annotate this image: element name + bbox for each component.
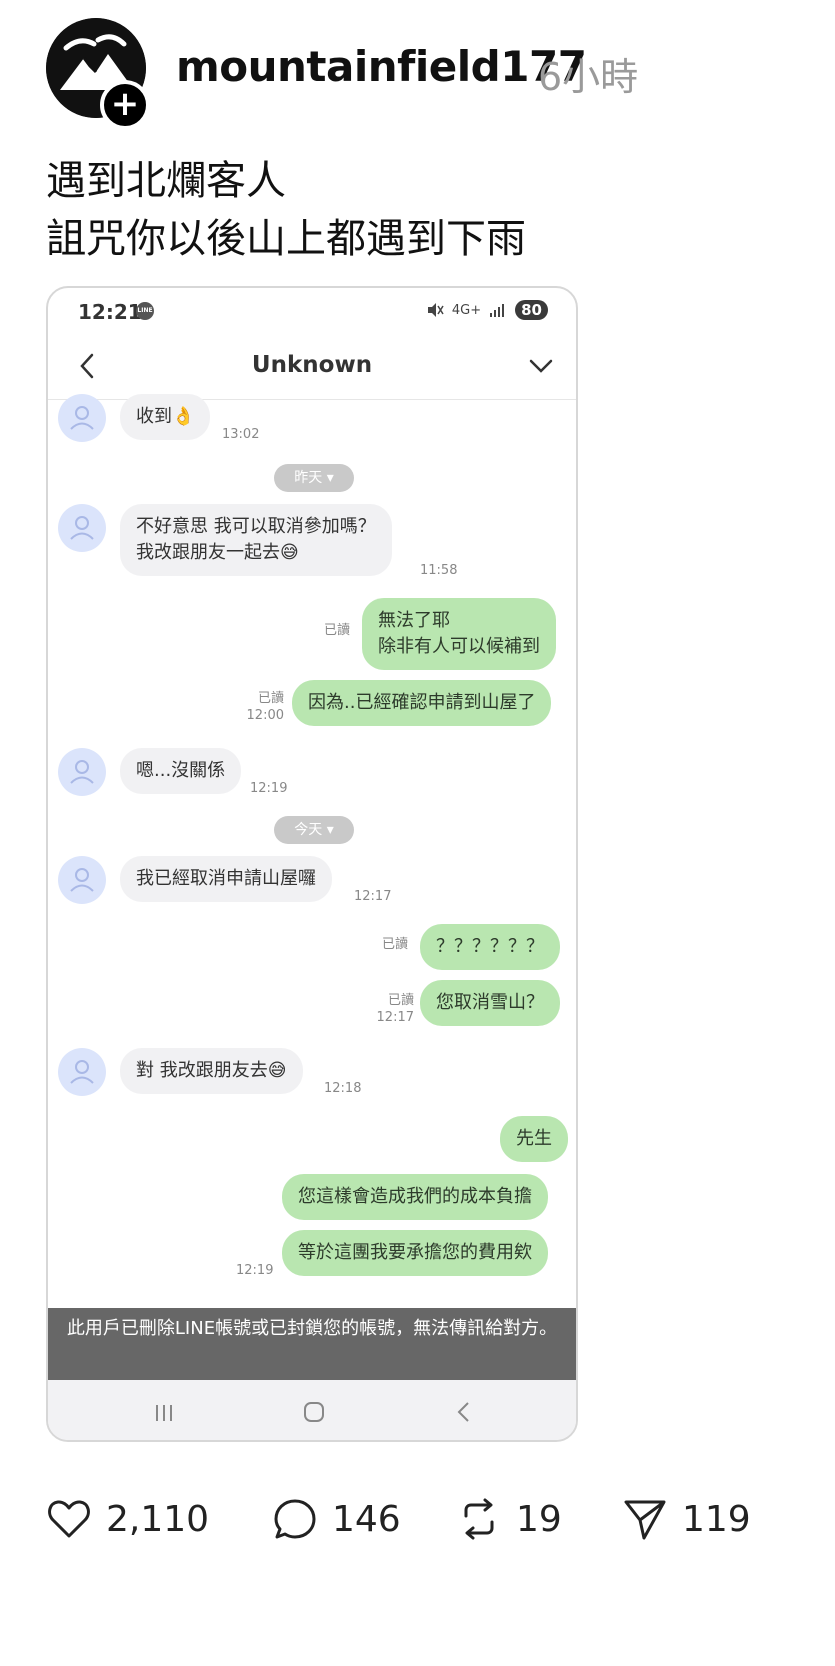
- incoming-message[interactable]: 對 我改跟朋友去😅: [120, 1048, 303, 1094]
- back-nav-icon[interactable]: [454, 1400, 474, 1424]
- outgoing-message[interactable]: 無法了耶 除非有人可以候補到: [362, 598, 556, 670]
- contact-avatar[interactable]: [58, 504, 106, 552]
- username[interactable]: mountainfield177: [176, 42, 587, 91]
- attached-screenshot[interactable]: 12:21 LINE 4G+ 80 Unknown 收到👌 13:02 昨天 ▾…: [46, 286, 578, 1442]
- message-time: 13:02: [222, 427, 260, 442]
- outgoing-message[interactable]: 先生: [500, 1116, 568, 1162]
- signal-icon: [490, 304, 505, 317]
- phone-status-bar: 12:21 LINE 4G+ 80: [48, 288, 576, 334]
- send-icon: [624, 1500, 666, 1540]
- repost-count: 19: [516, 1498, 562, 1540]
- comment-count: 146: [332, 1498, 401, 1540]
- share-button[interactable]: 119: [622, 1496, 751, 1542]
- like-button[interactable]: 2,110: [46, 1496, 209, 1542]
- chat-messages[interactable]: 收到👌 13:02 昨天 ▾ 不好意思 我可以取消參加嗎？ 我改跟朋友一起去😅 …: [48, 394, 576, 1310]
- chevron-down-icon[interactable]: [528, 356, 554, 376]
- incoming-message[interactable]: 不好意思 我可以取消參加嗎？ 我改跟朋友一起去😅: [120, 504, 392, 576]
- line-notification-icon: LINE: [136, 302, 154, 320]
- outgoing-message[interactable]: 您這樣會造成我們的成本負擔: [282, 1174, 548, 1220]
- message-time: 11:58: [420, 563, 458, 578]
- read-receipt: 已讀: [382, 937, 409, 952]
- incoming-message[interactable]: 收到👌: [120, 394, 211, 440]
- follow-plus-icon[interactable]: +: [100, 80, 150, 130]
- date-separator-today[interactable]: 今天 ▾: [274, 816, 354, 844]
- status-icons: 4G+ 80: [426, 300, 548, 320]
- user-placeholder-icon: [70, 760, 94, 784]
- message-time: 12:19: [250, 781, 288, 796]
- contact-avatar[interactable]: [58, 856, 106, 904]
- outgoing-message[interactable]: 您取消雪山？: [420, 980, 560, 1026]
- caption-line-1: 遇到北爛客人: [46, 158, 286, 204]
- post-timestamp: 6小時: [538, 55, 639, 99]
- read-receipt-time: 已讀 12:17: [376, 993, 414, 1025]
- user-placeholder-icon: [70, 1060, 94, 1084]
- contact-avatar[interactable]: [58, 748, 106, 796]
- share-count: 119: [682, 1498, 751, 1540]
- network-label: 4G+: [451, 302, 482, 318]
- user-placeholder-icon: [70, 516, 94, 540]
- chat-header: Unknown: [48, 334, 576, 400]
- read-receipt: 已讀: [324, 623, 351, 638]
- user-placeholder-icon: [70, 868, 94, 892]
- message-time: 12:18: [324, 1081, 362, 1096]
- post-actions: 2,110 146 19 119: [46, 1496, 806, 1546]
- battery-indicator: 80: [515, 300, 548, 320]
- comment-button[interactable]: 146: [272, 1496, 401, 1542]
- repost-button[interactable]: 19: [456, 1496, 562, 1542]
- chat-title: Unknown: [251, 352, 373, 378]
- outgoing-message[interactable]: ？？？？？？: [420, 924, 560, 970]
- outgoing-message[interactable]: 因為..已經確認申請到山屋了: [292, 680, 552, 726]
- post-caption: 遇到北爛客人 詛咒你以後山上都遇到下雨: [46, 152, 526, 268]
- home-icon[interactable]: [302, 1400, 326, 1424]
- incoming-message[interactable]: 嗯...沒關係: [120, 748, 242, 794]
- mute-icon: [427, 303, 444, 317]
- repost-icon: [464, 1498, 494, 1540]
- caption-line-2: 詛咒你以後山上都遇到下雨: [46, 216, 526, 262]
- message-time: 12:19: [236, 1263, 274, 1278]
- read-receipt-time: 已讀 12:00: [246, 691, 284, 723]
- user-placeholder-icon: [70, 406, 94, 430]
- outgoing-message[interactable]: 等於這團我要承擔您的費用欸: [282, 1230, 548, 1276]
- date-separator-yesterday[interactable]: 昨天 ▾: [274, 464, 354, 492]
- recent-apps-icon[interactable]: [152, 1402, 176, 1424]
- incoming-message[interactable]: 我已經取消申請山屋囉: [120, 856, 332, 902]
- post-header: + mountainfield177 6小時: [46, 18, 806, 130]
- heart-icon: [48, 1500, 90, 1538]
- android-nav-bar: [48, 1380, 576, 1440]
- comment-bubble-icon: [274, 1499, 316, 1539]
- contact-avatar[interactable]: [58, 394, 106, 442]
- contact-avatar[interactable]: [58, 1048, 106, 1096]
- message-time: 12:17: [354, 889, 392, 904]
- like-count: 2,110: [106, 1498, 210, 1540]
- status-time: 12:21: [78, 300, 142, 324]
- blocked-notice: 此用戶已刪除LINE帳號或已封鎖您的帳號，無法傳訊給對方。: [48, 1308, 576, 1380]
